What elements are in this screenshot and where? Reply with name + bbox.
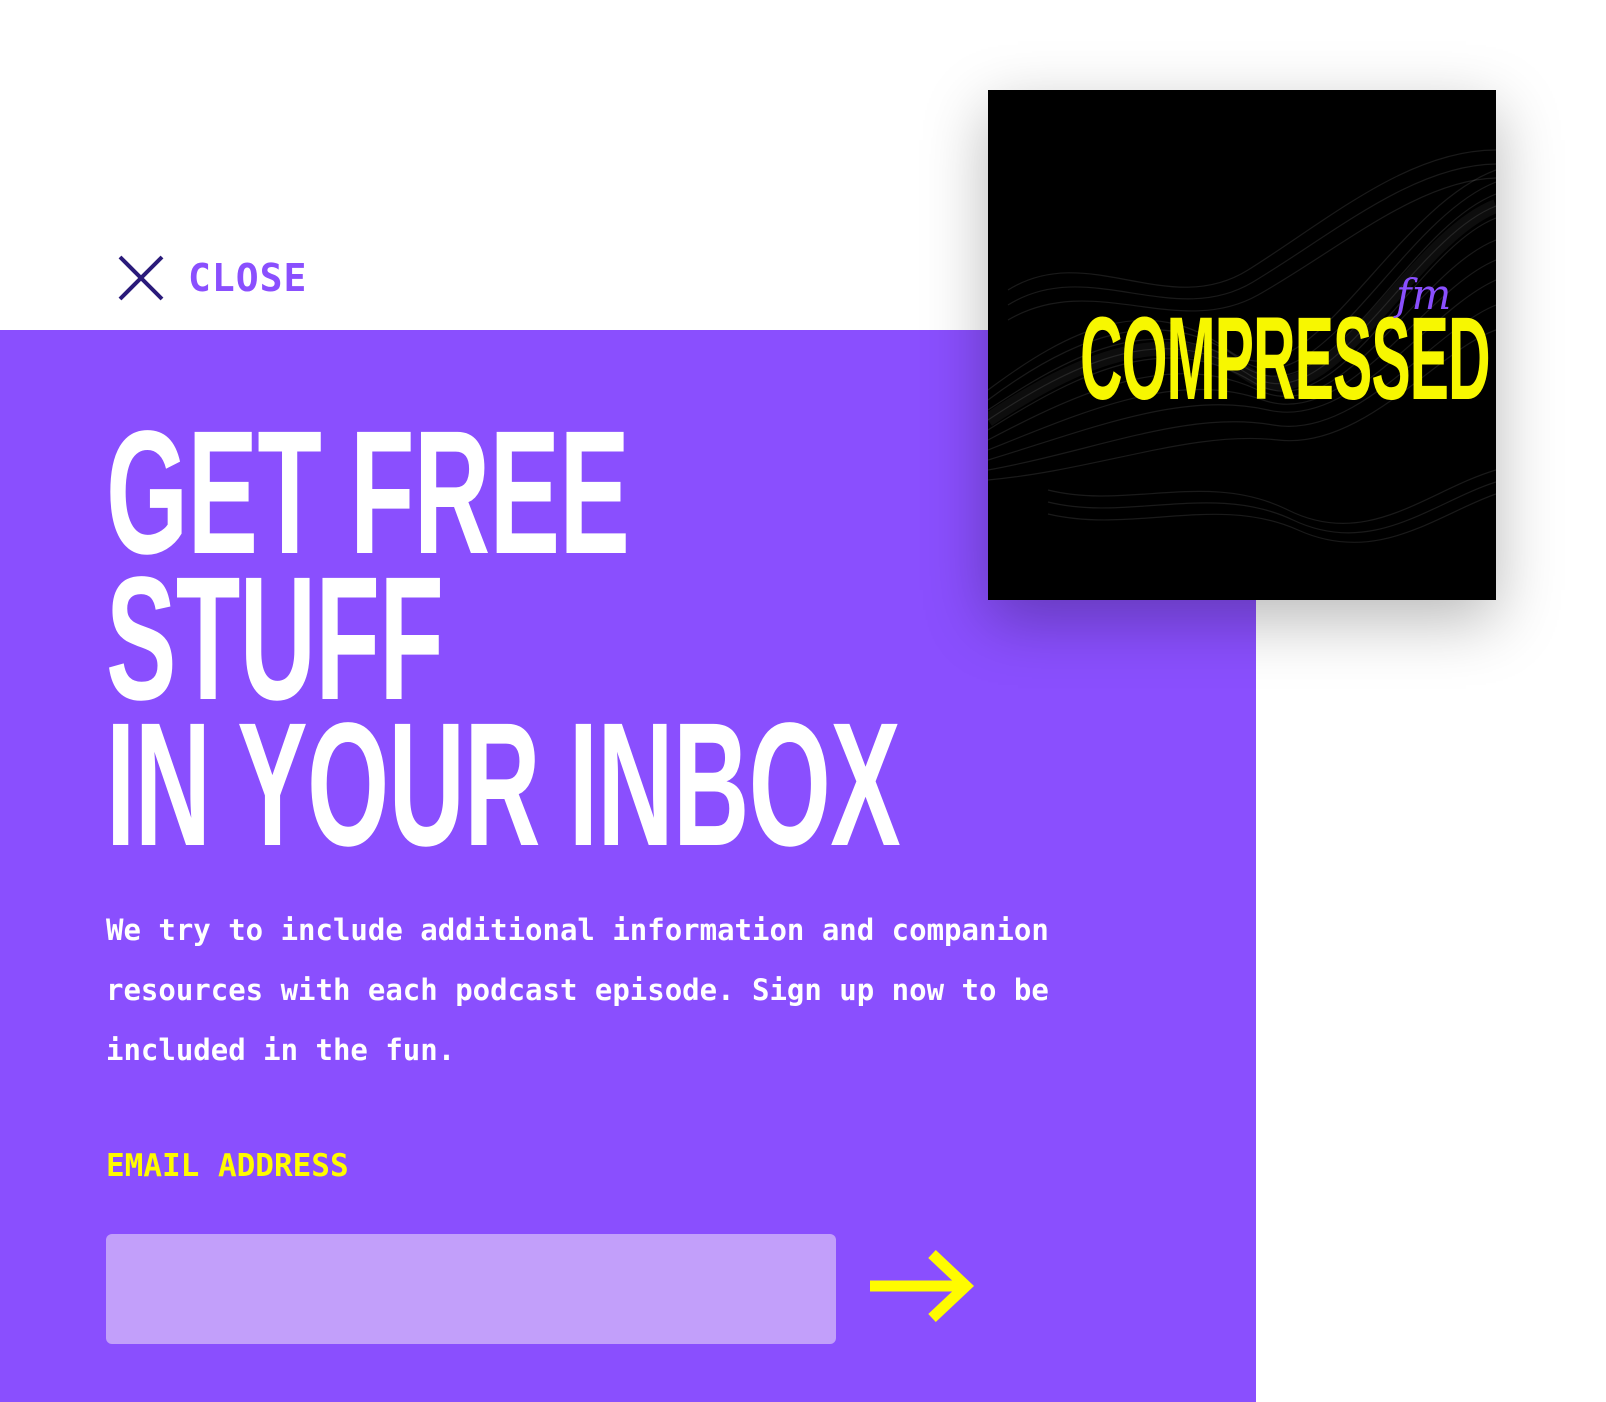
podcast-cover-art: COMPRESSED fm — [988, 90, 1496, 600]
email-label: EMAIL ADDRESS — [106, 1148, 349, 1184]
headline: GET FREE STUFF IN YOUR INBOX — [106, 405, 901, 883]
close-label: CLOSE — [188, 256, 308, 300]
close-button[interactable]: CLOSE — [116, 253, 307, 303]
description-text: We try to include additional information… — [106, 913, 1049, 1067]
headline-line-3: IN YOUR INBOX — [106, 687, 901, 883]
arrow-right-icon — [870, 1249, 975, 1323]
email-input[interactable] — [106, 1234, 836, 1344]
close-icon — [118, 255, 164, 301]
cover-suffix: fm — [1396, 270, 1452, 319]
submit-button[interactable] — [866, 1248, 978, 1324]
